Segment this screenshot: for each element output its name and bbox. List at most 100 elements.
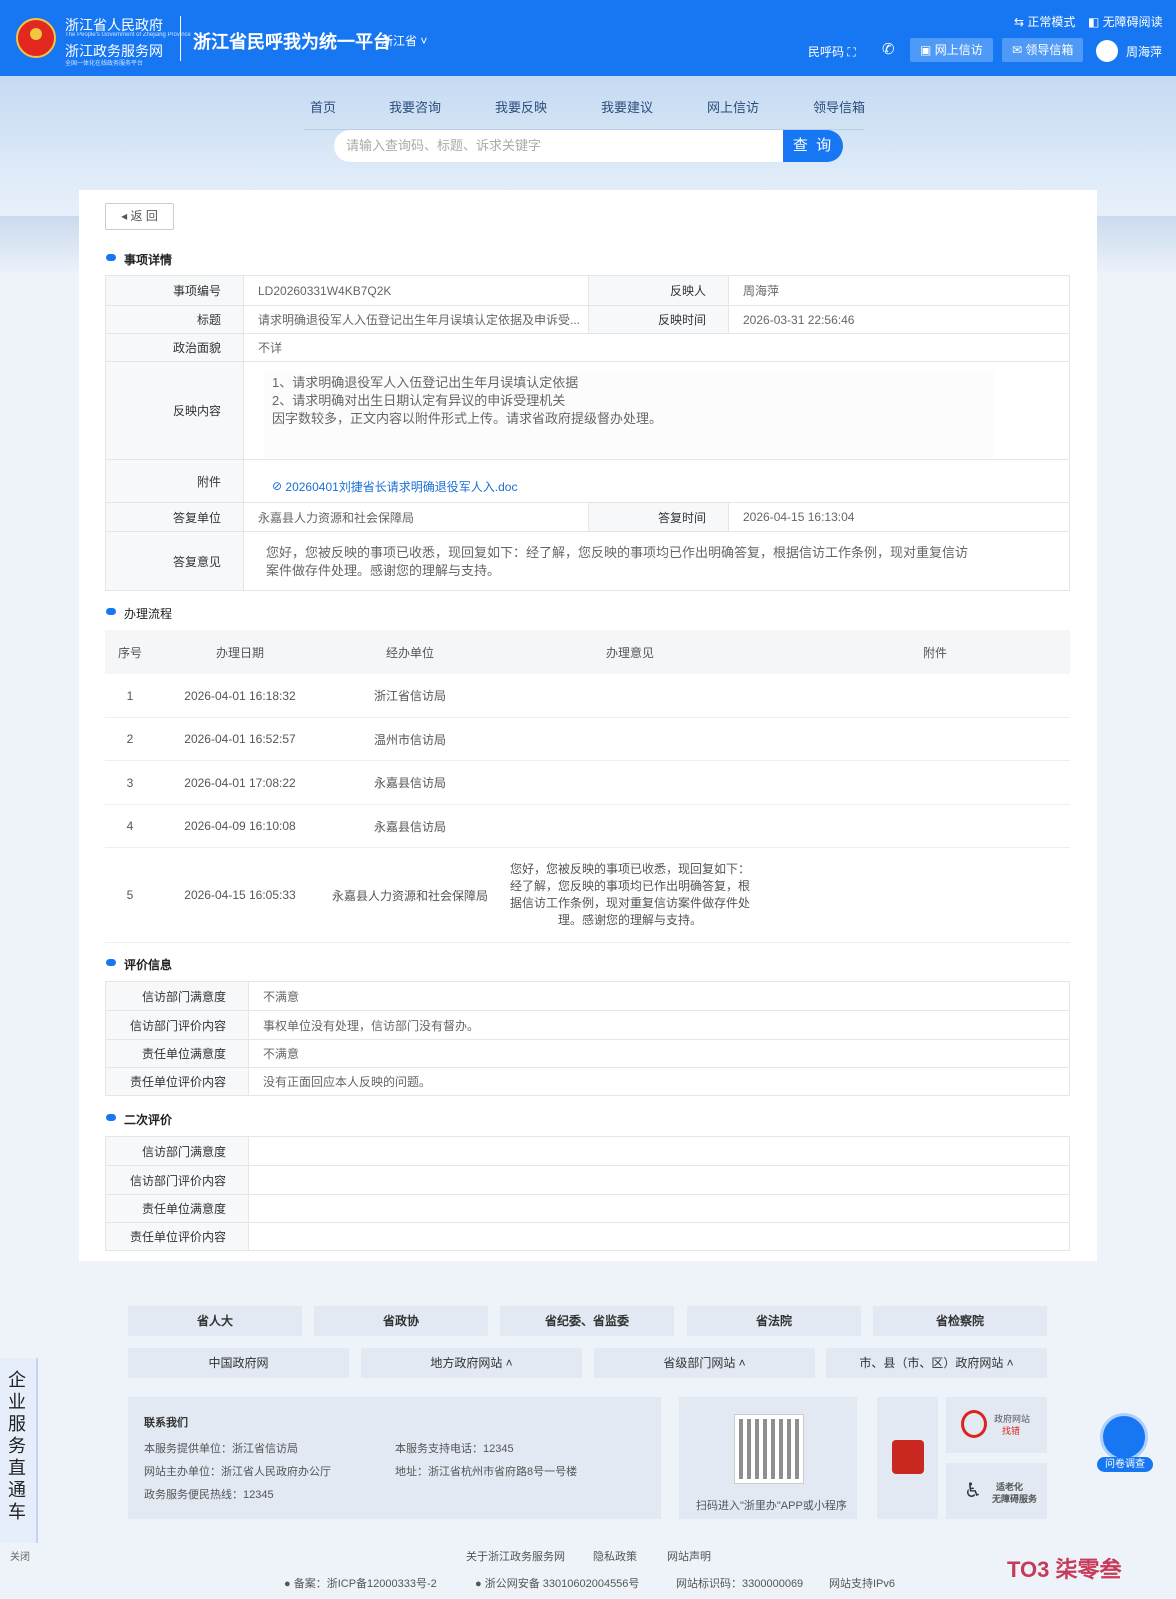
flow-row-no: 5 bbox=[126, 888, 134, 902]
footer-about[interactable]: 关于浙江政务服务网 bbox=[466, 1548, 565, 1564]
chat-icon: ▣ bbox=[920, 43, 932, 57]
search-input[interactable]: 请输入查询码、标题、诉求关键字 bbox=[334, 130, 784, 162]
footer-link-court[interactable]: 省法院 bbox=[687, 1306, 861, 1336]
table-row: 2 2026-04-01 16:52:57 温州市信访局 bbox=[105, 718, 1070, 761]
flow-row-date: 2026-04-01 16:52:57 bbox=[184, 732, 296, 746]
label-reporter: 反映人 bbox=[588, 276, 729, 305]
eval2-row: 信访部门满意度 bbox=[106, 1137, 1069, 1165]
eval2-label: 责任单位评价内容 bbox=[106, 1223, 249, 1250]
nav-consult[interactable]: 我要咨询 bbox=[389, 97, 441, 116]
attachment-link[interactable]: ⊘ 20260401刘捷省长请求明确退役军人入.doc bbox=[258, 460, 517, 502]
eval2-row: 责任单位评价内容 bbox=[106, 1222, 1069, 1250]
label-political: 政治面貌 bbox=[106, 334, 244, 361]
footer-link-gov-cn[interactable]: 中国政府网 bbox=[128, 1348, 349, 1378]
eval-row: 信访部门评价内容 事权单位没有处理，信访部门没有督办。 bbox=[106, 1010, 1069, 1039]
flow-opinion-line-2: 经了解，您反映的事项均已作出明确答复，根 bbox=[509, 879, 750, 893]
watermark-logo: TO3 柒零叁 bbox=[1007, 1557, 1122, 1582]
normal-mode-toggle[interactable]: ⇆ 正常模式 bbox=[1014, 13, 1075, 30]
footer-police[interactable]: ● 浙公网安备 33010602004556号 bbox=[475, 1575, 639, 1591]
eval2-row: 责任单位满意度 bbox=[106, 1194, 1069, 1222]
back-button[interactable]: ◂ 返 回 bbox=[105, 203, 174, 230]
footer-link-cppcc[interactable]: 省政协 bbox=[314, 1306, 488, 1336]
flow-header-unit: 经办单位 bbox=[385, 645, 434, 660]
detail-row-title: 标题 请求明确退役军人入伍登记出生年月误填认定依据及申诉受... 反映时间 20… bbox=[106, 305, 1069, 333]
eval-value: 没有正面回应本人反映的问题。 bbox=[263, 1075, 432, 1089]
eval2-row: 信访部门评价内容 bbox=[106, 1165, 1069, 1194]
footer-privacy[interactable]: 隐私政策 bbox=[593, 1548, 637, 1564]
label-attachment: 附件 bbox=[106, 460, 244, 502]
province-selector[interactable]: 浙江省 ˅ bbox=[381, 32, 427, 49]
flow-row-no: 1 bbox=[126, 688, 134, 703]
label-title: 标题 bbox=[106, 306, 244, 333]
value-content: 1、请求明确退役军人入伍登记出生年月误填认定依据 2、请求明确对出生日期认定有异… bbox=[264, 372, 994, 460]
value-time: 2026-03-31 22:56:46 bbox=[743, 312, 855, 327]
table-row: 3 2026-04-01 17:08:22 永嘉县信访局 bbox=[105, 761, 1070, 805]
label-reply-time: 答复时间 bbox=[588, 503, 729, 531]
enterprise-service-sidebar[interactable]: 企业服务直通车 bbox=[0, 1358, 38, 1543]
section-eval: 评价信息 bbox=[106, 956, 172, 973]
footer-icp-text: 备案：浙ICP备12000333号-2 bbox=[293, 1578, 437, 1590]
label-unit: 答复单位 bbox=[106, 503, 244, 531]
table-row: 5 2026-04-15 16:05:33 永嘉县人力资源和社会保障局 您好，您… bbox=[105, 848, 1070, 943]
online-petition-button[interactable]: ▣ 网上信访 bbox=[910, 38, 993, 62]
phone-icon[interactable]: ✆ bbox=[882, 40, 895, 58]
detail-row-id: 事项编号 LD20260331W4KB7Q2K 反映人 周海萍 bbox=[106, 276, 1069, 305]
leader-mailbox-button[interactable]: ✉ 领导信箱 bbox=[1002, 38, 1084, 62]
org-name-2-sub: 全国一体化在线政务服务平台 bbox=[65, 61, 144, 67]
flow-row-unit: 永嘉县信访局 bbox=[373, 819, 446, 834]
flow-row-no: 3 bbox=[126, 775, 134, 790]
flow-row-date: 2026-04-01 17:08:22 bbox=[184, 775, 296, 790]
minhu-code-button[interactable]: 民呼码 ⛶ bbox=[808, 43, 856, 60]
table-row: 1 2026-04-01 16:18:32 浙江省信访局 bbox=[105, 674, 1070, 718]
eval2-table: 信访部门满意度 信访部门评价内容 责任单位满意度 责任单位评价内容 bbox=[105, 1136, 1070, 1251]
footer-link-dept-sites[interactable]: 省级部门网站 ˄ bbox=[594, 1348, 815, 1378]
flow-row-unit: 温州市信访局 bbox=[373, 732, 446, 747]
user-name[interactable]: 周海萍 bbox=[1126, 43, 1162, 60]
flow-header-attachment: 附件 bbox=[922, 645, 947, 660]
sidebar-close[interactable]: 关闭 bbox=[10, 1548, 30, 1563]
survey-label[interactable]: 问卷调查 bbox=[1097, 1457, 1153, 1472]
magnifier-icon bbox=[961, 1410, 987, 1438]
flow-row-unit: 浙江省信访局 bbox=[373, 689, 446, 703]
section-detail: 事项详情 bbox=[106, 251, 172, 268]
nav-home[interactable]: 首页 bbox=[310, 97, 336, 116]
value-title: 请求明确退役军人入伍登记出生年月误填认定依据及申诉受... bbox=[258, 313, 581, 327]
footer-link-local-gov[interactable]: 地方政府网站 ˄ bbox=[361, 1348, 582, 1378]
footer-link-npc[interactable]: 省人大 bbox=[128, 1306, 302, 1336]
value-id: LD20260331W4KB7Q2K bbox=[258, 283, 392, 298]
top-header: 浙江省人民政府 The People's Government of Zheji… bbox=[0, 0, 1176, 76]
attachment-name: 20260401刘捷省长请求明确退役军人入.doc bbox=[285, 479, 518, 494]
nav-report[interactable]: 我要反映 bbox=[495, 97, 547, 116]
platform-title[interactable]: 浙江省民呼我为统一平台 bbox=[193, 28, 391, 54]
label-opinion: 答复意见 bbox=[106, 532, 244, 590]
detail-row-content: 反映内容 1、请求明确退役军人入伍登记出生年月误填认定依据 2、请求明确对出生日… bbox=[106, 361, 1069, 460]
footer-statement[interactable]: 网站声明 bbox=[667, 1548, 711, 1564]
flow-row-no: 4 bbox=[126, 819, 134, 833]
survey-icon[interactable] bbox=[1100, 1413, 1148, 1461]
avatar[interactable] bbox=[1096, 40, 1118, 62]
back-label: 返 回 bbox=[130, 209, 158, 223]
detail-row-unit: 答复单位 永嘉县人力资源和社会保障局 答复时间 2026-04-15 16:13… bbox=[106, 502, 1069, 531]
police-icon: ● bbox=[475, 1578, 482, 1590]
org-name-1-sub: The People's Government of Zhejiang Prov… bbox=[65, 32, 191, 38]
eval-value: 事权单位没有处理，信访部门没有督办。 bbox=[263, 1018, 480, 1033]
footer-link-procuratorate[interactable]: 省检察院 bbox=[873, 1306, 1047, 1336]
accessible-mode-toggle[interactable]: ◧ 无障碍阅读 bbox=[1088, 13, 1163, 30]
detail-table: 事项编号 LD20260331W4KB7Q2K 反映人 周海萍 标题 请求明确退… bbox=[105, 275, 1070, 591]
eval-label: 信访部门满意度 bbox=[106, 982, 249, 1010]
search-button[interactable]: 查 询 bbox=[783, 130, 843, 162]
nav-leader-mailbox[interactable]: 领导信箱 bbox=[813, 97, 865, 116]
qr-text: 扫码进入"浙里办"APP或小程序 bbox=[696, 1500, 847, 1512]
flow-header-no: 序号 bbox=[117, 645, 142, 660]
footer-link-discipline[interactable]: 省纪委、省监委 bbox=[500, 1306, 674, 1336]
flow-header-date: 办理日期 bbox=[215, 645, 264, 660]
footer-link-city-sites[interactable]: 市、县（市、区）政府网站 ˄ bbox=[826, 1348, 1047, 1378]
contact-title: 联系我们 bbox=[144, 1417, 188, 1429]
flow-row-unit: 永嘉县人力资源和社会保障局 bbox=[331, 888, 488, 903]
back-arrow-icon: ◂ bbox=[121, 209, 128, 223]
section-flow: 办理流程 bbox=[106, 605, 172, 622]
value-political: 不详 bbox=[258, 341, 283, 355]
nav-petition[interactable]: 网上信访 bbox=[707, 97, 759, 116]
footer-icp[interactable]: ● 备案：浙ICP备12000333号-2 bbox=[284, 1575, 437, 1591]
nav-suggest[interactable]: 我要建议 bbox=[601, 97, 653, 116]
